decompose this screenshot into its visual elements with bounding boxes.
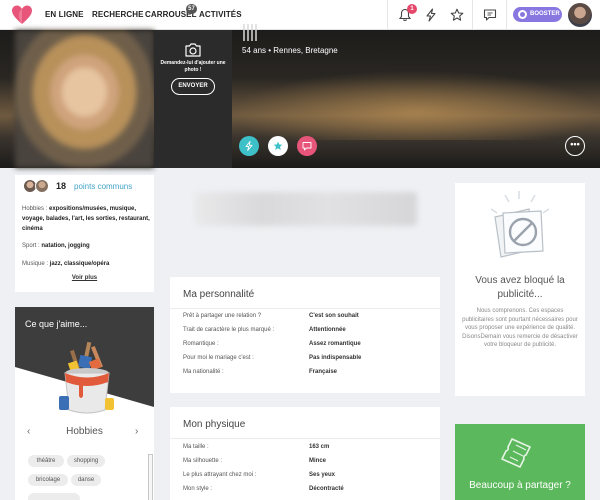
flash-action-button[interactable]: [239, 136, 259, 156]
row-value: Décontracté: [309, 486, 344, 492]
chat-icon: [483, 9, 497, 21]
row-value: C'est son souhait: [309, 313, 359, 319]
category-title: Hobbies: [66, 426, 103, 437]
paint-bucket-icon: [59, 341, 114, 414]
row-value: Mince: [309, 458, 327, 464]
row-label: Mon style :: [183, 486, 213, 492]
see-more-link[interactable]: Voir plus: [15, 275, 154, 281]
interest-chip: bricolage: [28, 474, 68, 486]
interest-sport: Sport : natation, jogging: [22, 241, 150, 251]
interest-chip: shopping: [67, 455, 105, 467]
interest-music: Musique : jazz, classique/opéra: [22, 259, 150, 269]
section-title: Mon physique: [183, 419, 246, 430]
favorite-action-button[interactable]: [268, 136, 288, 156]
interest-value: jazz, classique/opéra: [49, 261, 110, 267]
row-label: Ma taille :: [183, 444, 209, 450]
common-points-card: 18 points communs Hobbies : expositions/…: [15, 175, 154, 292]
row-value: Pas indispensable: [309, 355, 362, 361]
more-options-button[interactable]: •••: [565, 136, 585, 156]
avatar: [35, 179, 49, 193]
row-label: Le plus attrayant chez moi :: [183, 472, 257, 478]
physique-card: Mon physique Ma taille : 163 cm Ma silho…: [170, 407, 440, 500]
divider: [170, 438, 440, 439]
interest-hobbies: Hobbies : expositions/musées, musique, v…: [22, 204, 150, 234]
cover-background: [230, 70, 600, 140]
heart-logo-icon[interactable]: [11, 4, 33, 26]
interest-label: Hobbies :: [22, 206, 48, 212]
common-points-label: points communs: [74, 182, 133, 191]
boost-card[interactable]: Beaucoup à partager ?: [455, 424, 585, 500]
row-label: Ma nationalité :: [183, 369, 224, 375]
star-icon: [450, 8, 464, 21]
row-label: Ma silhouette :: [183, 458, 223, 464]
row-value: Assez romantique: [309, 341, 361, 347]
nav-activities[interactable]: ACTIVITÉS: [199, 10, 242, 19]
row-value: Ses yeux: [309, 472, 336, 478]
booster-icon: [518, 10, 527, 19]
message-action-button[interactable]: [297, 136, 317, 156]
send-request-button[interactable]: ENVOYER: [171, 78, 215, 95]
row-value: Attentionnée: [309, 327, 346, 333]
row-value: 163 cm: [309, 444, 330, 450]
favorites-button[interactable]: [440, 0, 474, 30]
ask-photo-text: Demandez-lui d'ajouter une photo !: [160, 60, 226, 73]
interest-chip: [28, 493, 80, 500]
pseudonym-placeholder: [243, 24, 257, 41]
flash-icon: [245, 141, 253, 151]
star-icon: [273, 141, 283, 150]
blocked-ad-icon: [490, 191, 550, 258]
interest-label: Sport :: [22, 243, 40, 249]
interest-chip: théâtre: [28, 455, 64, 467]
row-label: Trait de caractère le plus marqué :: [183, 327, 275, 333]
nav-search[interactable]: RECHERCHE: [92, 10, 144, 19]
interest-value: natation, jogging: [41, 243, 90, 249]
row-label: Romantique :: [183, 341, 219, 347]
messages-button[interactable]: [472, 0, 506, 30]
ticket-icon: [501, 438, 531, 468]
section-title: Ma personnalité: [183, 289, 255, 300]
interest-chip: danse: [71, 474, 101, 486]
likes-title: Ce que j'aime...: [25, 319, 88, 329]
personality-card: Ma personnalité Prêt à partager une rela…: [170, 277, 440, 393]
row-label: Prêt à partager une relation ?: [183, 313, 262, 319]
chips-scrollbar[interactable]: [148, 454, 153, 500]
adblock-text: Nous comprenons. Ces espaces publicitair…: [462, 308, 578, 348]
booster-label: BOOSTER: [530, 11, 560, 17]
likes-card: Ce que j'aime... ‹ Hobbies › théâtre sho…: [15, 307, 154, 500]
user-avatar[interactable]: [568, 3, 592, 27]
category-next-button[interactable]: ›: [135, 426, 138, 437]
activities-count-badge: 57: [186, 4, 197, 14]
divider: [170, 308, 440, 309]
common-points-count: 18: [56, 181, 67, 191]
profile-photo[interactable]: [15, 30, 154, 168]
hidden-description-placeholder: [195, 192, 417, 226]
age-location: 54 ans • Rennes, Bretagne: [242, 46, 338, 55]
message-icon: [302, 142, 312, 151]
last-connection: Dernière connexion il y a 10 heures: [242, 12, 326, 18]
boost-title: Beaucoup à partager ?: [469, 480, 571, 491]
nav-online[interactable]: EN LIGNE: [45, 10, 84, 19]
booster-button[interactable]: BOOSTER: [513, 7, 562, 22]
row-value: Française: [309, 369, 338, 375]
interest-label: Musique :: [22, 261, 49, 267]
camera-icon: [185, 43, 201, 57]
row-label: Pour moi le mariage c'est :: [183, 355, 254, 361]
adblock-title: Vous avez bloqué la publicité...: [475, 275, 565, 300]
flash-icon: [426, 8, 436, 22]
adblock-card: Vous avez bloqué la publicité... Nous co…: [455, 183, 585, 396]
